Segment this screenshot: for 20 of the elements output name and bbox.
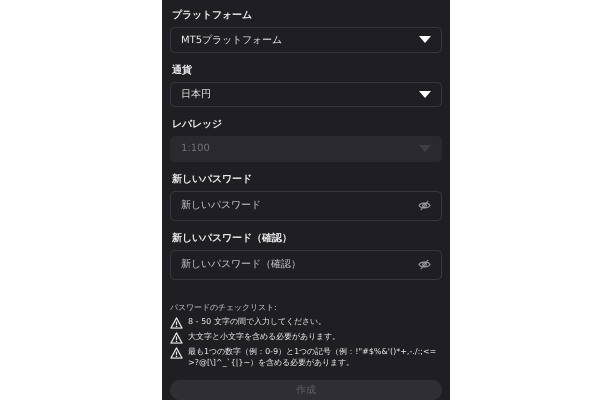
eye-slash-icon[interactable]	[418, 258, 431, 270]
eye-slash-icon[interactable]	[418, 200, 431, 211]
checklist-item: 8 - 50 文字の間で入力してください。	[188, 316, 326, 327]
field-label: プラットフォーム	[172, 10, 253, 22]
dropdown-field[interactable]: MT5プラットフォーム	[170, 27, 442, 53]
caret-icon	[419, 90, 431, 98]
field-label: レバレッジ	[172, 119, 223, 132]
warning-icon	[170, 332, 183, 344]
field-label: 新しいパスワード（確認）	[172, 232, 293, 245]
field-label: 通貨	[172, 64, 193, 77]
checklist-item: 大文字と小文字を含める必要があります。	[188, 330, 340, 342]
warning-icon	[170, 346, 183, 359]
password-field[interactable]: 新しいパスワード（確認）	[170, 250, 442, 280]
caret-icon	[419, 36, 431, 44]
dropdown-field[interactable]: 日本円	[170, 82, 442, 108]
checklist-item: 最も1つの数字（例：0-9）と1つの記号（例：!"#$%&'()*+,-./:;<=>?@[\]^_`{|}~）を含める必要があります。	[188, 346, 438, 368]
field-label: 新しいパスワード	[172, 174, 253, 186]
password-field[interactable]: 新しいパスワード	[170, 190, 442, 221]
warning-icon	[170, 316, 183, 329]
checklist-title: パスワードのチェックリスト:	[170, 302, 278, 313]
